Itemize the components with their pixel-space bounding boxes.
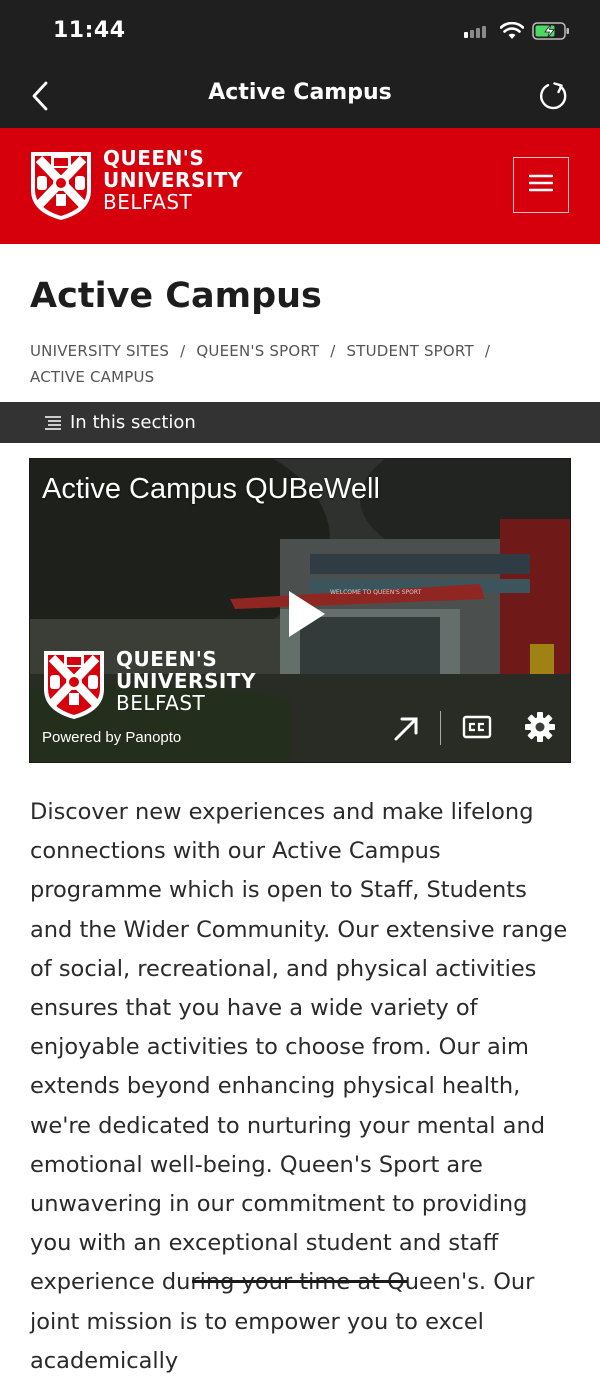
breadcrumb-queens-sport[interactable]: QUEEN'S SPORT: [196, 342, 319, 360]
video-logo-line-1: QUEEN'S: [116, 647, 218, 671]
video-wordmark: QUEEN'S UNIVERSITY BELFAST: [116, 648, 256, 714]
play-icon[interactable]: [287, 589, 327, 643]
status-bar: 11:44: [0, 0, 600, 62]
status-icons: [464, 20, 570, 46]
breadcrumb-university-sites[interactable]: UNIVERSITY SITES: [30, 342, 169, 360]
refresh-icon: [540, 82, 567, 110]
breadcrumb-student-sport[interactable]: STUDENT SPORT: [347, 342, 474, 360]
breadcrumb-separator: /: [330, 342, 336, 360]
breadcrumb-current: ACTIVE CAMPUS: [30, 368, 155, 386]
home-indicator: [192, 1280, 407, 1283]
video-title: Active Campus QUBeWell: [42, 473, 380, 505]
hamburger-menu-button[interactable]: [513, 157, 569, 213]
hamburger-icon: [528, 173, 554, 197]
university-wordmark[interactable]: QUEEN'S UNIVERSITY BELFAST: [103, 147, 243, 213]
logo-line-3: BELFAST: [103, 190, 193, 214]
logo-line-2: UNIVERSITY: [103, 168, 243, 192]
closed-captions-icon[interactable]: [462, 711, 492, 747]
video-crest-logo: [42, 649, 106, 721]
open-external-icon[interactable]: [392, 711, 420, 747]
breadcrumb-separator: /: [180, 342, 186, 360]
logo-line-1: QUEEN'S: [103, 146, 205, 170]
status-time: 11:44: [53, 18, 126, 43]
battery-icon: [532, 21, 570, 45]
video-logo-line-2: UNIVERSITY: [116, 669, 256, 693]
settings-gear-icon[interactable]: [524, 711, 556, 747]
breadcrumb-separator: /: [484, 342, 491, 360]
powered-by-panopto-link[interactable]: Powered by Panopto: [42, 729, 181, 746]
signal-icon: [464, 24, 492, 43]
breadcrumb: UNIVERSITY SITES / QUEEN'S SPORT / STUDENT S…: [30, 338, 575, 390]
in-this-section-toggle[interactable]: In this section: [0, 402, 600, 443]
refresh-button[interactable]: [534, 76, 574, 116]
university-crest-logo[interactable]: [29, 150, 93, 222]
video-player[interactable]: WELCOME TO QUEEN'S SPORT Active Campus Q…: [29, 458, 571, 763]
wifi-icon: [499, 21, 525, 44]
video-logo-line-3: BELFAST: [116, 691, 206, 715]
nav-title: Active Campus: [208, 80, 392, 105]
list-icon: [44, 415, 62, 435]
control-divider: [440, 711, 441, 745]
browser-nav-bar: Active Campus: [0, 62, 600, 128]
intro-paragraph: Discover new experiences and make lifelo…: [30, 799, 568, 1374]
page-title: Active Campus: [30, 276, 322, 316]
in-this-section-label: In this section: [70, 412, 196, 433]
site-header: QUEEN'S UNIVERSITY BELFAST: [0, 128, 600, 244]
